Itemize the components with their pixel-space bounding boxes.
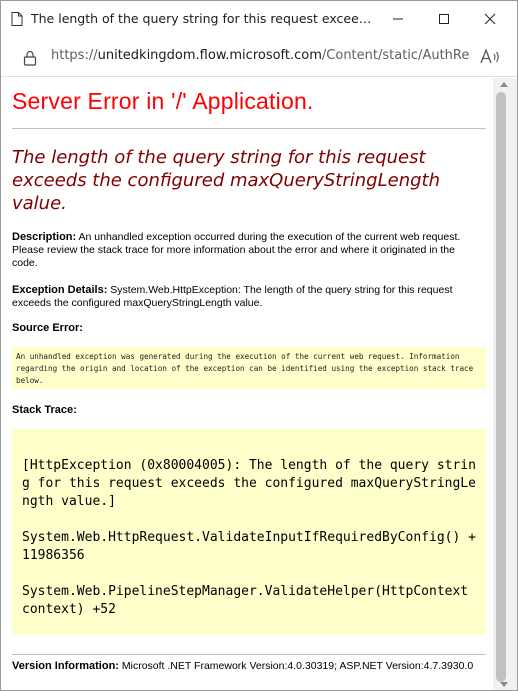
- description: Description: An unhandled exception occu…: [12, 231, 472, 270]
- close-button[interactable]: [467, 1, 513, 37]
- maximize-icon: [439, 14, 449, 24]
- exception-details: Exception Details: System.Web.HttpExcept…: [12, 284, 472, 310]
- read-aloud-icon[interactable]: [479, 47, 501, 67]
- page-icon: [11, 12, 23, 26]
- source-error-heading: Source Error:: [12, 322, 83, 334]
- url-path: /Content/static/AuthRe...: [321, 48, 471, 63]
- url-prefix: https://: [51, 48, 98, 63]
- address-bar[interactable]: https://unitedkingdom.flow.microsoft.com…: [1, 37, 517, 77]
- stack-line: [HttpException (0x80004005): The length …: [22, 458, 476, 509]
- exception-label: Exception Details:: [12, 284, 108, 296]
- divider: [12, 654, 486, 655]
- version-label: Version Information:: [12, 660, 119, 672]
- divider: [12, 128, 486, 129]
- vertical-scrollbar[interactable]: [493, 78, 517, 690]
- minimize-button[interactable]: [375, 1, 421, 37]
- title-bar: The length of the query string for this …: [1, 1, 517, 37]
- page-content: Server Error in '/' Application. The len…: [2, 78, 492, 690]
- stack-line: System.Web.HttpRequest.ValidateInputIfRe…: [22, 530, 476, 563]
- source-error-box: An unhandled exception was generated dur…: [12, 347, 486, 389]
- error-message: The length of the query string for this …: [12, 147, 441, 214]
- stack-trace-heading: Stack Trace:: [12, 404, 77, 416]
- description-label: Description:: [12, 231, 77, 243]
- description-text: An unhandled exception occurred during t…: [12, 231, 461, 269]
- close-icon: [484, 13, 496, 25]
- stack-trace-box: [HttpException (0x80004005): The length …: [12, 429, 486, 635]
- page-heading: Server Error in '/' Application.: [12, 88, 314, 114]
- lock-icon[interactable]: [23, 50, 37, 66]
- scrollbar-thumb[interactable]: [496, 92, 506, 682]
- scroll-up-arrow-icon[interactable]: [500, 82, 508, 87]
- maximize-button[interactable]: [421, 1, 467, 37]
- url-host: unitedkingdom.flow.microsoft.com: [97, 48, 322, 63]
- version-information: Version Information: Microsoft .NET Fram…: [12, 660, 486, 673]
- minimize-icon: [393, 18, 403, 20]
- stack-line: System.Web.PipelineStepManager.ValidateH…: [22, 584, 469, 617]
- browser-window: The length of the query string for this …: [0, 0, 518, 691]
- window-title: The length of the query string for this …: [31, 11, 379, 26]
- url-field[interactable]: https://unitedkingdom.flow.microsoft.com…: [51, 48, 471, 63]
- scroll-down-arrow-icon[interactable]: [500, 682, 508, 687]
- version-text: Microsoft .NET Framework Version:4.0.303…: [118, 660, 474, 672]
